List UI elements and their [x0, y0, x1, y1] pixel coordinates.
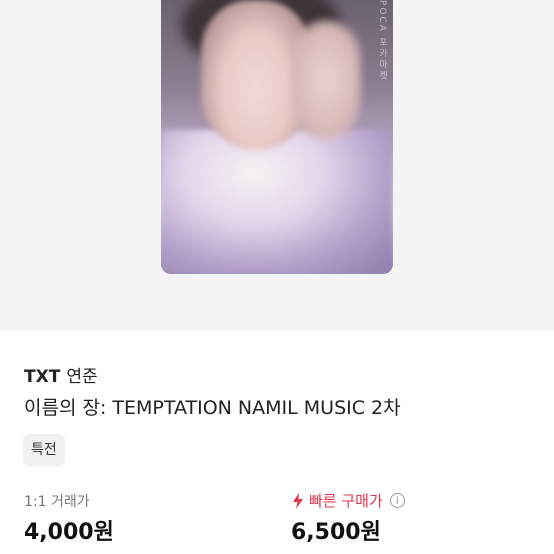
member-name: 연준 — [66, 367, 98, 387]
category-tag[interactable]: 특전 — [23, 434, 65, 466]
image-area: POCA 포카마켓 — [0, 0, 554, 330]
product-title: 이름의 장: TEMPTATION NAMIL MUSIC 2차 — [24, 397, 401, 419]
trade-price-label: 1:1 거래가 — [24, 494, 90, 510]
artist-line: TXT 연준 — [24, 362, 98, 387]
watermark: POCA 포카마켓 — [377, 0, 387, 82]
artist-name: TXT — [24, 367, 61, 387]
trade-price: 4,000원 — [24, 520, 114, 545]
info-icon[interactable]: i — [389, 493, 405, 508]
quick-price: 6,500원 — [291, 520, 381, 545]
lightning-icon — [293, 492, 303, 509]
photocard-image[interactable]: POCA 포카마켓 — [161, 0, 393, 274]
quick-price-label-row: 빠른 구매가 i — [292, 490, 405, 511]
quick-price-label: 빠른 구매가 — [309, 492, 383, 510]
